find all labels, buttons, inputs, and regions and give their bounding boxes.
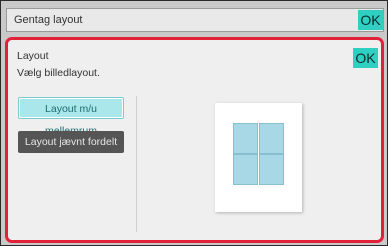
repeat-layout-label: Gentag layout: [14, 14, 83, 26]
layout-no-spacing-button[interactable]: Layout m/u mellemrum: [18, 97, 124, 137]
preview-cell-top-left: [233, 123, 258, 154]
ok-button-panel[interactable]: OK: [353, 48, 378, 68]
panel-title: Layout: [17, 50, 49, 62]
layout-panel: Layout Vælg billedlayout. OK Layout m/u …: [5, 37, 384, 243]
layout-preview-sheet: [215, 103, 302, 212]
panel-subtitle: Vælg billedlayout.: [17, 67, 100, 79]
ok-button-top[interactable]: OK: [358, 10, 383, 30]
repeat-layout-bar[interactable]: Gentag layout OK: [6, 8, 384, 32]
preview-cell-bottom-left: [233, 154, 258, 185]
panel-divider: [136, 96, 137, 232]
preview-cell-bottom-right: [259, 154, 284, 185]
layout-even-spacing-button[interactable]: Layout jævnt fordelt: [18, 131, 124, 153]
app-frame: Gentag layout OK Layout Vælg billedlayou…: [0, 0, 388, 246]
preview-cell-top-right: [259, 123, 284, 154]
